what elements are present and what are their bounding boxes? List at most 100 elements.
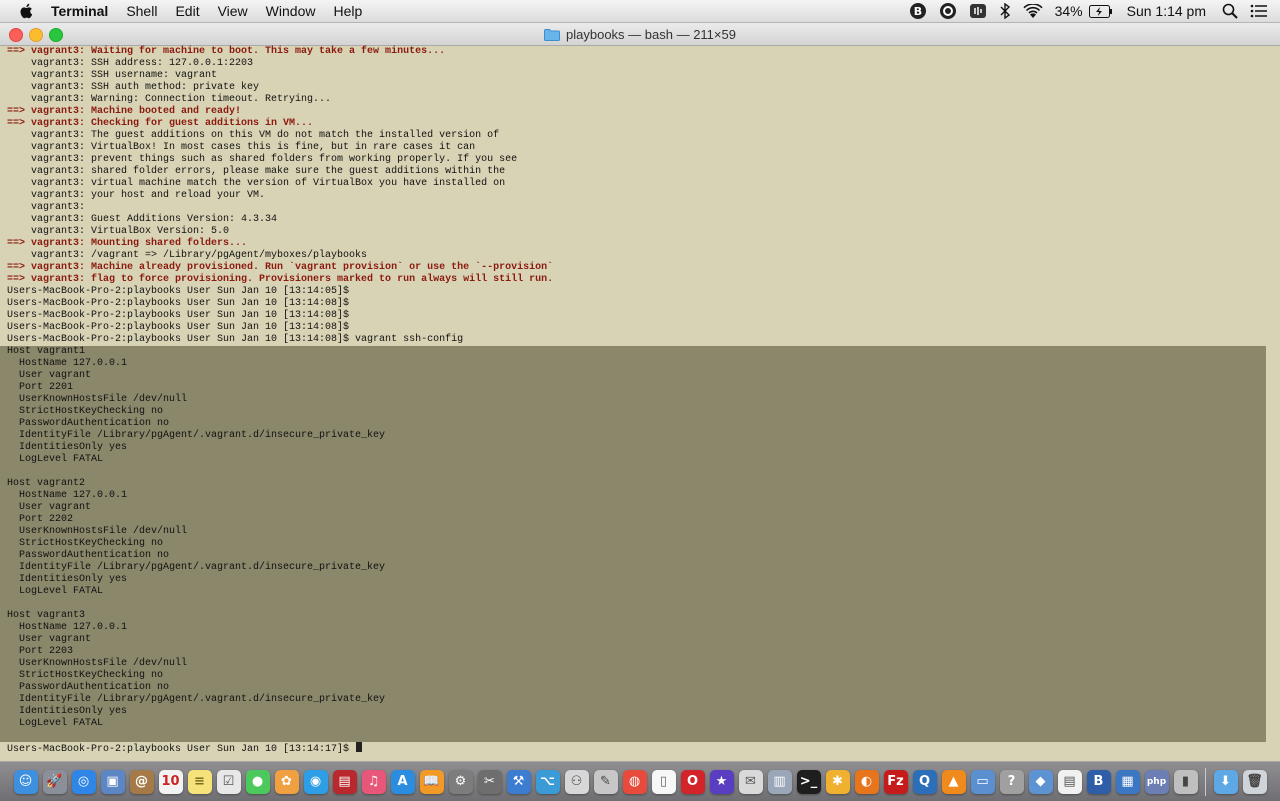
selected-terminal-line: User vagrant	[7, 634, 92, 645]
calendar-glyph: 10	[161, 774, 180, 789]
launchpad-glyph: 🚀	[46, 774, 63, 789]
filezilla-icon[interactable]: Fz	[883, 769, 908, 794]
plugin-glyph: ✱	[832, 774, 843, 789]
selected-terminal-line: LogLevel FATAL	[7, 454, 104, 465]
messages-icon[interactable]: ●	[245, 769, 270, 794]
selected-terminal-line: Host vagrant1	[7, 346, 86, 357]
terminal-line: vagrant3:	[7, 202, 86, 213]
filezilla-glyph: Fz	[887, 774, 904, 789]
screen-sharing-icon[interactable]: ▭	[970, 769, 995, 794]
selected-terminal-line: HostName 127.0.0.1	[7, 622, 128, 633]
launchpad-icon[interactable]: 🚀	[42, 769, 67, 794]
mail-icon[interactable]: ✉	[738, 769, 763, 794]
wifi-icon[interactable]	[1023, 3, 1043, 19]
terminal-line: Users-MacBook-Pro-2:playbooks User Sun J…	[7, 310, 350, 321]
firefox-icon[interactable]: ◐	[854, 769, 879, 794]
bluetooth-icon[interactable]	[999, 3, 1011, 19]
system-preferences-icon[interactable]: ⚙	[448, 769, 473, 794]
battery-percent[interactable]: 34%	[1055, 3, 1083, 19]
network-icon[interactable]: ⚇	[564, 769, 589, 794]
window-titlebar[interactable]: playbooks — bash — 211×59	[0, 23, 1280, 46]
terminal-line: Users-MacBook-Pro-2:playbooks User Sun J…	[7, 286, 350, 297]
contacts-icon[interactable]: @	[129, 769, 154, 794]
terminal-line: ==> vagrant3: Waiting for machine to boo…	[7, 46, 446, 57]
terminal-line: ==> vagrant3: Machine already provisione…	[7, 262, 554, 273]
app-menu-terminal[interactable]: Terminal	[51, 3, 108, 19]
android-file-icon[interactable]: ▮	[1173, 769, 1198, 794]
terminal-line: vagrant3: prevent things such as shared …	[7, 154, 518, 165]
selected-terminal-line: PasswordAuthentication no	[7, 682, 170, 693]
terminal-line: vagrant3: /vagrant => /Library/pgAgent/m…	[7, 250, 368, 261]
itunes-glyph: ♫	[367, 774, 380, 789]
bitbucket-icon[interactable]: B	[909, 2, 927, 20]
image-capture-icon[interactable]: ▥	[767, 769, 792, 794]
script-editor-icon[interactable]: ✎	[593, 769, 618, 794]
notification-list-icon[interactable]	[1250, 4, 1268, 18]
utility-icon[interactable]: ✂	[477, 769, 502, 794]
chrome-icon[interactable]: ◍	[622, 769, 647, 794]
safari-glyph: ◎	[77, 774, 90, 789]
php-icon[interactable]: php	[1144, 769, 1169, 794]
reminders-icon[interactable]: ☑	[216, 769, 241, 794]
menu-window[interactable]: Window	[266, 3, 316, 19]
calendar-icon[interactable]: 10	[158, 769, 183, 794]
menu-view[interactable]: View	[218, 3, 248, 19]
itunes-icon[interactable]: ♫	[361, 769, 386, 794]
finder-icon[interactable]: ☺	[13, 769, 38, 794]
menu-shell[interactable]: Shell	[126, 3, 157, 19]
apple-menu-icon[interactable]	[18, 2, 36, 20]
facetime-icon[interactable]: ◉	[303, 769, 328, 794]
terminal-content[interactable]: ==> vagrant3: Waiting for machine to boo…	[0, 46, 1280, 760]
help-icon[interactable]: ?	[999, 769, 1024, 794]
selected-terminal-line: User vagrant	[7, 370, 92, 381]
selected-terminal-line: IdentityFile /Library/pgAgent/.vagrant.d…	[7, 694, 386, 705]
close-window-button[interactable]	[9, 28, 23, 42]
terminal-icon[interactable]: >_	[796, 769, 821, 794]
preview-icon[interactable]: ▣	[100, 769, 125, 794]
ibooks-icon[interactable]: 📖	[419, 769, 444, 794]
quicktime-icon[interactable]: Q	[912, 769, 937, 794]
terminal-line: Users-MacBook-Pro-2:playbooks User Sun J…	[7, 322, 350, 333]
bbedit-icon[interactable]: B	[1086, 769, 1111, 794]
terminal-line: ==> vagrant3: Mounting shared folders...	[7, 238, 248, 249]
window-title: playbooks — bash — 211×59	[566, 26, 736, 42]
notes-icon[interactable]: ≡	[187, 769, 212, 794]
vlc-icon[interactable]: ▲	[941, 769, 966, 794]
document-icon[interactable]: ▤	[1057, 769, 1082, 794]
safari-icon[interactable]: ◎	[71, 769, 96, 794]
menu-help[interactable]: Help	[333, 3, 362, 19]
textedit-icon[interactable]: ▯	[651, 769, 676, 794]
folder-icon	[544, 28, 561, 41]
dock: ☺ 🚀 ◎ ▣ @10 ≡ ☑ ● ✿ ◉ ▤ ♫ A 📖 ⚙ ✂ ⚒ ⌥ ⚇ ✎ ◍ ▯ O ★ ✉ ▥ >_ ✱ ◐ Fz Q ▲ ▭? ◆ ▤…	[0, 761, 1280, 801]
clock[interactable]: Sun 1:14 pm	[1127, 3, 1206, 19]
terminal-line: vagrant3: virtual machine match the vers…	[7, 178, 506, 189]
dock-separator	[1205, 767, 1206, 796]
photos-icon[interactable]: ✿	[274, 769, 299, 794]
virtualbox-vm-icon[interactable]: ▦	[1115, 769, 1140, 794]
xcode-icon[interactable]: ⚒	[506, 769, 531, 794]
terminal-line: vagrant3: The guest additions on this VM…	[7, 130, 500, 141]
trash-icon[interactable]: 🗑	[1242, 769, 1267, 794]
imovie-icon[interactable]: ★	[709, 769, 734, 794]
downloads-folder-icon[interactable]: ⬇	[1213, 769, 1238, 794]
zoom-window-button[interactable]	[49, 28, 63, 42]
opera-icon[interactable]: O	[680, 769, 705, 794]
network-glyph: ⚇	[570, 774, 583, 789]
sourcetree-icon[interactable]: ⌥	[535, 769, 560, 794]
circle-a-icon[interactable]	[939, 2, 957, 20]
plugin-icon[interactable]: ✱	[825, 769, 850, 794]
audio-icon[interactable]	[969, 2, 987, 20]
spotlight-search-icon[interactable]	[1222, 3, 1238, 19]
selected-text-block[interactable]: Host vagrant1 HostName 127.0.0.1 User va…	[0, 346, 1266, 742]
help-glyph: ?	[1007, 774, 1016, 789]
terminal-line: vagrant3: your host and reload your VM.	[7, 190, 266, 201]
contacts-glyph: @	[135, 774, 148, 789]
current-prompt-line[interactable]: Users-MacBook-Pro-2:playbooks User Sun J…	[0, 742, 1280, 755]
photo-booth-icon[interactable]: ▤	[332, 769, 357, 794]
menu-edit[interactable]: Edit	[175, 3, 199, 19]
battery-icon[interactable]	[1088, 4, 1113, 18]
app-store-icon[interactable]: A	[390, 769, 415, 794]
virtualbox-icon[interactable]: ◆	[1028, 769, 1053, 794]
selected-terminal-line	[0, 598, 1266, 610]
minimize-window-button[interactable]	[29, 28, 43, 42]
